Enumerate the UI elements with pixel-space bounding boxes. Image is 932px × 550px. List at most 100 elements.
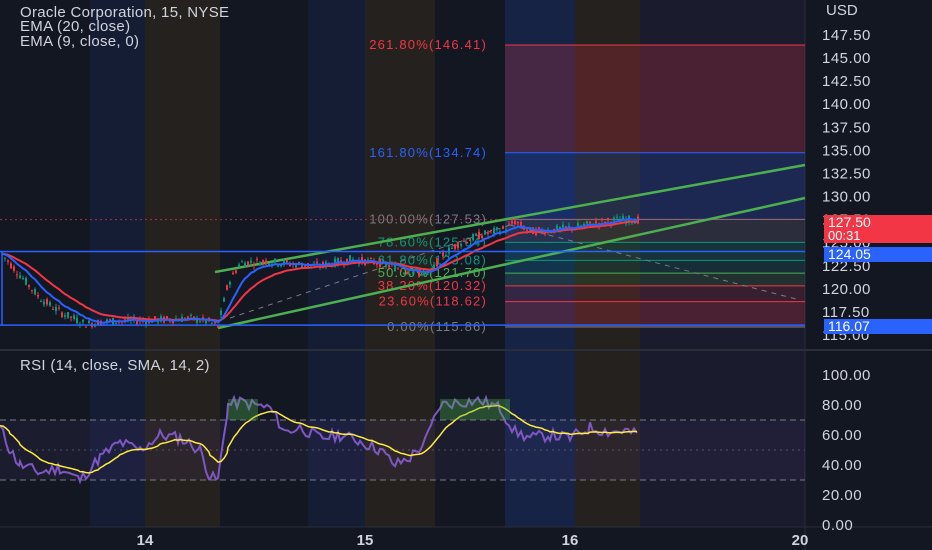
candle-body xyxy=(64,315,66,317)
hline-upper-tag[interactable]: 124.05 xyxy=(824,247,932,262)
candle-body xyxy=(451,247,453,249)
candle-body xyxy=(436,258,438,267)
candle-body xyxy=(409,274,411,276)
candle-body xyxy=(577,223,579,227)
candle-body xyxy=(16,274,18,276)
candle-body xyxy=(73,315,75,320)
chart-canvas[interactable]: 261.80%(146.41) 161.80%(134.74) 100.00%(12… xyxy=(0,0,932,550)
candle-body xyxy=(520,221,522,227)
candle-body xyxy=(316,261,318,264)
candle-body xyxy=(454,244,456,249)
candle-body xyxy=(469,239,471,241)
fib-zone xyxy=(505,273,805,286)
candle-body xyxy=(262,260,264,263)
price-axis-label: 130.00 xyxy=(822,189,871,206)
price-axis-label: 140.00 xyxy=(822,96,871,113)
candle-body xyxy=(238,264,240,267)
candle-body xyxy=(4,257,6,259)
candle-body xyxy=(88,320,90,324)
candle-body xyxy=(478,231,480,240)
candle-body xyxy=(274,258,276,263)
price-axis-label: 132.50 xyxy=(822,165,871,182)
candle-body xyxy=(256,258,258,260)
candle-body xyxy=(508,223,510,225)
candle-body xyxy=(115,322,117,324)
candle-body xyxy=(616,216,618,218)
candle-body xyxy=(13,266,15,271)
rsi-legend[interactable]: RSI (14, close, SMA, 14, 2) xyxy=(20,357,210,374)
candle-body xyxy=(49,302,51,306)
candle-body xyxy=(595,221,597,224)
time-axis-label: 20 xyxy=(792,532,809,549)
ema9-legend[interactable]: EMA (9, close, 0) xyxy=(20,33,139,50)
candle-body xyxy=(406,272,408,275)
candle-body xyxy=(475,233,477,236)
candle-body xyxy=(199,321,201,323)
candle-body xyxy=(19,275,21,279)
price-axis-label: 142.50 xyxy=(822,73,871,90)
candle-body xyxy=(514,220,516,225)
candle-body xyxy=(460,243,462,246)
candle-body xyxy=(490,230,492,232)
candle-body xyxy=(34,289,36,295)
fib-level-label: 23.60%(118.62) xyxy=(379,294,487,309)
candle-body xyxy=(190,314,192,316)
candle-body xyxy=(421,273,423,276)
candle-body xyxy=(22,278,24,280)
candle-body xyxy=(466,241,468,244)
candle-body xyxy=(37,294,39,297)
candle-body xyxy=(445,254,447,256)
candle-body xyxy=(250,260,252,263)
candle-body xyxy=(502,226,504,229)
candle-body xyxy=(43,301,45,305)
candle-body xyxy=(412,271,414,274)
candle-body xyxy=(223,298,225,302)
candle-body xyxy=(136,321,138,325)
candle-body xyxy=(613,217,615,221)
fib-level-label: 100.00%(127.53) xyxy=(369,211,487,226)
candle-body xyxy=(376,263,378,265)
candle-body xyxy=(220,310,222,315)
candle-body xyxy=(496,227,498,230)
candle-body xyxy=(481,235,483,238)
candle-body xyxy=(304,265,306,267)
candle-body xyxy=(40,301,42,303)
candle-body xyxy=(538,227,540,229)
candle-body xyxy=(217,325,219,328)
candle-body xyxy=(82,319,84,322)
rsi-overbought-fill xyxy=(228,399,258,420)
candle-body xyxy=(226,285,228,290)
candle-body xyxy=(286,260,288,263)
fib-zone xyxy=(505,285,805,302)
candle-body xyxy=(58,307,60,309)
candle-body xyxy=(472,234,474,241)
candle-body xyxy=(349,255,351,262)
candle-body xyxy=(586,221,588,224)
candle-body xyxy=(109,319,111,321)
candle-body xyxy=(397,268,399,270)
hline-lower-tag[interactable]: 116.07 xyxy=(824,319,932,334)
candle-body xyxy=(31,290,33,292)
price-axis-label: 137.50 xyxy=(822,119,871,136)
candle-body xyxy=(25,277,27,285)
fib-level-label: 261.80%(146.41) xyxy=(369,37,487,52)
rsi-axis-label: 0.00 xyxy=(822,517,853,534)
candle-body xyxy=(388,265,390,268)
candle-body xyxy=(253,264,255,267)
candle-body xyxy=(457,242,459,249)
rsi-axis-label: 80.00 xyxy=(822,397,862,414)
candle-body xyxy=(403,272,405,274)
candle-body xyxy=(10,263,12,269)
candle-body xyxy=(400,270,402,272)
candle-body xyxy=(424,272,426,274)
fib-zone xyxy=(505,45,805,153)
currency-label[interactable]: USD xyxy=(826,2,858,19)
candle-body xyxy=(205,320,207,324)
candle-body xyxy=(214,322,216,324)
rsi-axis-label: 20.00 xyxy=(822,487,862,504)
candle-body xyxy=(526,229,528,231)
fib-level-label: 161.80%(134.74) xyxy=(369,145,487,160)
candle-body xyxy=(187,316,189,319)
price-axis-label: 147.50 xyxy=(822,27,871,44)
fib-level-label: 0.00%(115.86) xyxy=(387,319,487,334)
